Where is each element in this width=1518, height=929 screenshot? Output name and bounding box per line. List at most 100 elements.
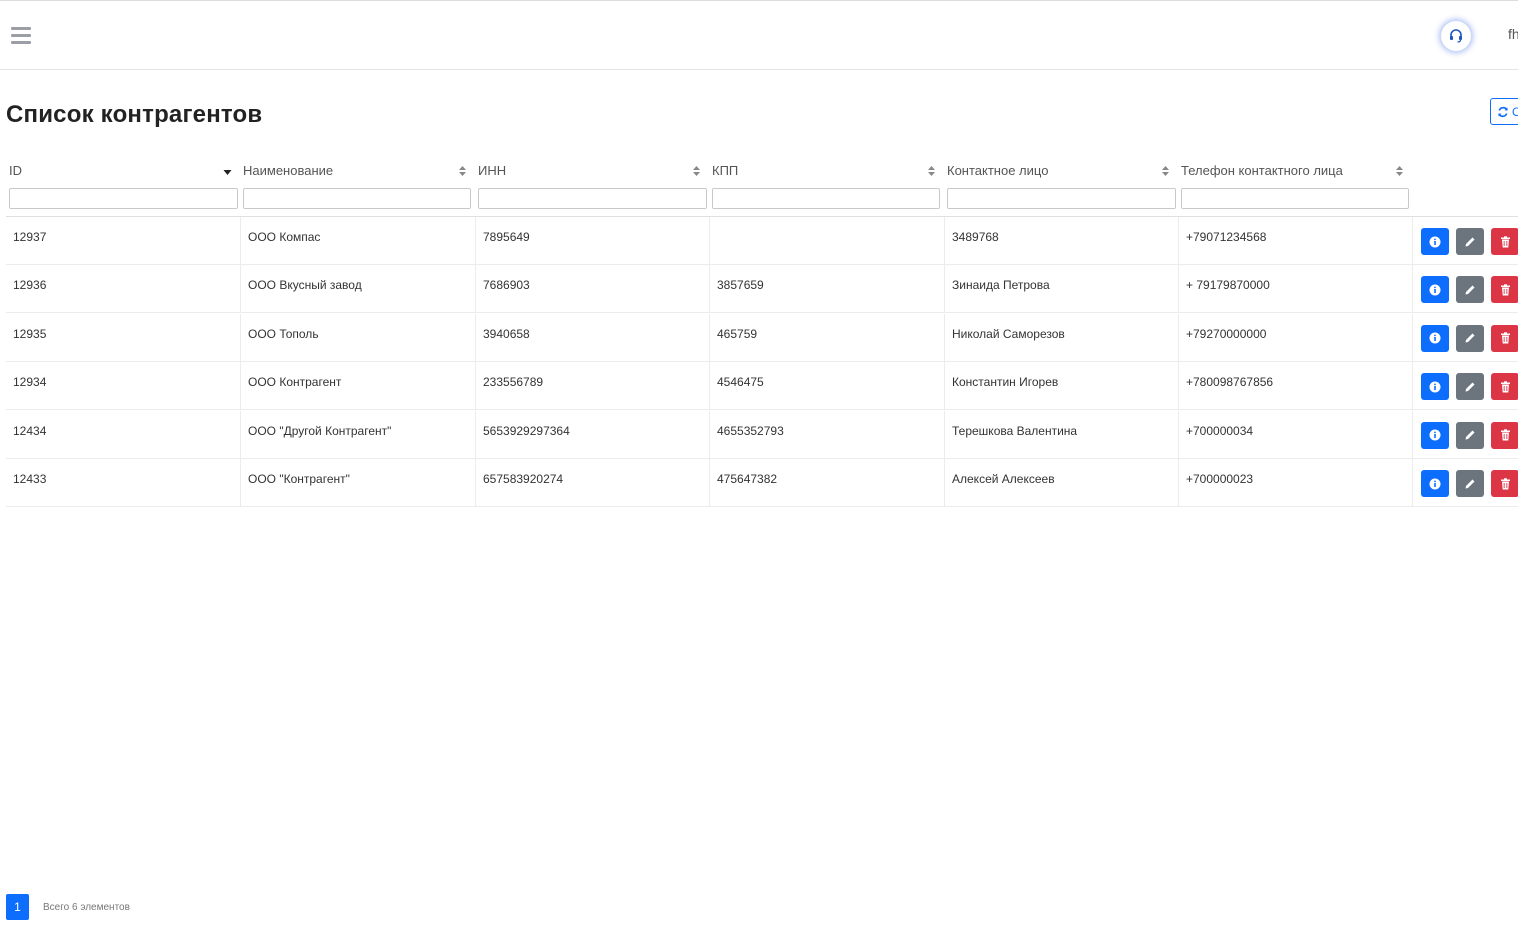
filter-input-inn[interactable] <box>478 188 707 209</box>
table-row[interactable]: 12433 ООО "Контрагент" 657583920274 4756… <box>6 459 1518 507</box>
cell-id: 12434 <box>13 423 47 438</box>
edit-button[interactable] <box>1456 470 1484 497</box>
info-icon <box>1429 429 1441 441</box>
cell-inn: 233556789 <box>475 362 709 411</box>
info-button[interactable] <box>1421 276 1449 304</box>
cell-id: 12935 <box>13 326 47 341</box>
edit-button[interactable] <box>1456 421 1484 449</box>
cell-kpp <box>709 217 944 265</box>
sort-desc-icon[interactable] <box>223 164 232 178</box>
page-title: Список контрагентов <box>6 101 263 128</box>
cell-id: 12934 <box>13 375 47 390</box>
info-button[interactable] <box>1421 373 1449 401</box>
column-label: Наименование <box>243 163 334 178</box>
trash-icon <box>1500 477 1510 489</box>
row-actions <box>1412 265 1518 314</box>
cell-id: 12936 <box>13 278 47 293</box>
table-row[interactable]: 12937 ООО Компас 7895649 3489768 +790712… <box>6 217 1518 265</box>
cell-contact: Терешкова Валентина <box>944 410 1178 459</box>
delete-button[interactable] <box>1491 421 1518 449</box>
trash-icon <box>1500 332 1510 344</box>
table-row[interactable]: 12934 ООО Контрагент 233556789 4546475 К… <box>6 362 1518 411</box>
info-button[interactable] <box>1421 228 1449 255</box>
cell-inn: 7686903 <box>475 265 709 314</box>
edit-button[interactable] <box>1456 324 1484 352</box>
row-actions <box>1412 459 1518 507</box>
table-row[interactable]: 12935 ООО Тополь 3940658 465759 Николай … <box>6 313 1518 362</box>
delete-button[interactable] <box>1491 470 1518 497</box>
pagination-page-1[interactable]: 1 <box>6 894 29 920</box>
refresh-label: О <box>1512 105 1518 119</box>
cell-inn: 7895649 <box>475 217 709 265</box>
cell-inn: 657583920274 <box>475 459 709 507</box>
sort-arrows-icon[interactable] <box>692 164 701 178</box>
edit-button[interactable] <box>1456 373 1484 401</box>
info-icon <box>1429 381 1441 393</box>
cell-kpp: 3857659 <box>709 265 944 314</box>
cell-phone: + 79179870000 <box>1178 265 1412 314</box>
sort-arrows-icon[interactable] <box>1161 164 1170 178</box>
filter-input-name[interactable] <box>243 188 471 209</box>
delete-button[interactable] <box>1491 228 1518 255</box>
pencil-icon <box>1465 333 1475 343</box>
trash-icon <box>1500 235 1510 247</box>
column-header-contact[interactable]: Контактное лицо <box>944 154 1178 216</box>
trash-icon <box>1500 284 1510 296</box>
pencil-icon <box>1465 479 1475 488</box>
cell-contact: Константин Игорев <box>944 362 1178 411</box>
column-header-inn[interactable]: ИНН <box>475 154 709 216</box>
column-header-id[interactable]: ID <box>6 154 240 216</box>
info-button[interactable] <box>1421 324 1449 352</box>
info-button[interactable] <box>1421 421 1449 449</box>
filter-input-id[interactable] <box>9 188 238 209</box>
pencil-icon <box>1465 430 1475 440</box>
cell-id: 12433 <box>13 472 47 486</box>
filter-input-kpp[interactable] <box>712 188 940 209</box>
table-row[interactable]: 12936 ООО Вкусный завод 7686903 3857659 … <box>6 265 1518 314</box>
sort-arrows-icon[interactable] <box>927 164 936 178</box>
column-label: ID <box>9 163 22 178</box>
cell-kpp: 465759 <box>709 313 944 362</box>
cell-contact: Алексей Алексеев <box>944 459 1178 507</box>
delete-button[interactable] <box>1491 324 1518 352</box>
column-header-kpp[interactable]: КПП <box>709 154 944 216</box>
cell-name: ООО Вкусный завод <box>240 265 475 314</box>
pencil-icon <box>1465 285 1475 295</box>
cell-phone: +700000034 <box>1178 410 1412 459</box>
column-label: КПП <box>712 163 739 178</box>
edit-button[interactable] <box>1456 276 1484 304</box>
delete-button[interactable] <box>1491 373 1518 401</box>
cell-kpp: 475647382 <box>709 459 944 507</box>
cell-inn: 5653929297364 <box>475 410 709 459</box>
filter-input-phone[interactable] <box>1181 188 1409 209</box>
column-label: Контактное лицо <box>947 163 1049 178</box>
edit-button[interactable] <box>1456 228 1484 255</box>
column-header-name[interactable]: Наименование <box>240 154 475 216</box>
cell-contact: 3489768 <box>944 217 1178 265</box>
info-button[interactable] <box>1421 470 1449 497</box>
column-label: Телефон контактного лица <box>1181 163 1343 178</box>
refresh-button[interactable]: О <box>1490 98 1518 125</box>
headset-icon[interactable] <box>1441 21 1471 51</box>
cell-name: ООО Контрагент <box>240 362 475 411</box>
refresh-icon <box>1498 106 1508 117</box>
cell-inn: 3940658 <box>475 313 709 362</box>
info-icon <box>1429 478 1441 489</box>
user-name[interactable]: fh <box>1508 26 1518 42</box>
row-actions <box>1412 410 1518 459</box>
delete-button[interactable] <box>1491 276 1518 304</box>
trash-icon <box>1500 380 1510 393</box>
cell-kpp: 4655352793 <box>709 410 944 459</box>
hamburger-icon[interactable] <box>11 27 31 44</box>
info-icon <box>1429 236 1441 247</box>
sort-arrows-icon[interactable] <box>1395 164 1404 178</box>
table-row[interactable]: 12434 ООО "Другой Контрагент" 5653929297… <box>6 410 1518 459</box>
row-actions <box>1412 362 1518 411</box>
total-count: Всего 6 элементов <box>43 902 130 913</box>
cell-contact: Николай Саморезов <box>944 313 1178 362</box>
pencil-icon <box>1465 237 1475 246</box>
sort-arrows-icon[interactable] <box>458 164 467 178</box>
cell-phone: +79270000000 <box>1178 313 1412 362</box>
filter-input-contact[interactable] <box>947 188 1176 209</box>
column-header-phone[interactable]: Телефон контактного лица <box>1178 154 1412 216</box>
